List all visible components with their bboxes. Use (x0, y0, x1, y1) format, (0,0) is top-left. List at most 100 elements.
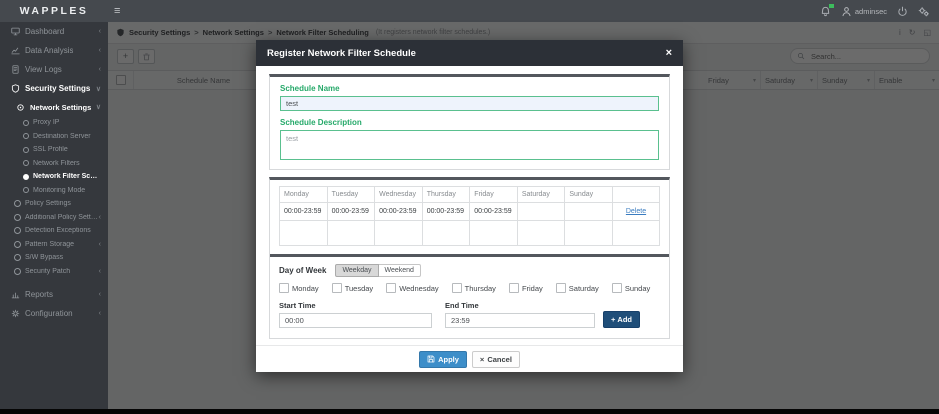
bullet-icon (23, 120, 29, 126)
gear-icon (9, 309, 21, 318)
modal-body: Schedule Name Schedule Description test … (256, 66, 683, 339)
sidebar-item-data-analysis[interactable]: Data Analysis‹ (0, 41, 108, 60)
day-checkbox-label: Tuesday (345, 284, 374, 293)
weekday-button[interactable]: Weekday (335, 264, 378, 277)
day-checkbox-wednesday[interactable]: Wednesday (386, 283, 438, 293)
end-time-group: End Time (445, 301, 595, 328)
checkbox-icon[interactable] (509, 283, 519, 293)
sidebar-item-reports[interactable]: Reports‹ (0, 285, 108, 304)
checkbox-icon[interactable] (452, 283, 462, 293)
monitor-icon (9, 27, 21, 36)
bullet-icon (23, 133, 29, 139)
hamburger-menu-icon[interactable]: ≡ (114, 6, 120, 17)
cancel-button[interactable]: × Cancel (472, 351, 520, 368)
day-checkbox-friday[interactable]: Friday (509, 283, 543, 293)
sidebar-item-label: View Logs (25, 65, 62, 74)
week-table-header (613, 187, 660, 203)
week-table-cell (517, 203, 565, 221)
day-checkbox-sunday[interactable]: Sunday (612, 283, 650, 293)
sidebar-item-label: Network Filter Scheduling (33, 173, 101, 180)
start-time-label: Start Time (279, 301, 432, 310)
checkbox-icon[interactable] (332, 283, 342, 293)
week-table-cell (517, 221, 565, 246)
settings-gears-icon[interactable] (918, 6, 929, 17)
day-checkbox-label: Wednesday (399, 284, 438, 293)
sidebar-item-label: Additional Policy Settings (25, 214, 99, 221)
week-table-cell (375, 221, 423, 246)
plus-icon: + (611, 315, 615, 324)
sidebar-item-pattern-storage[interactable]: Pattern Storage‹ (0, 238, 108, 252)
chevron-down-icon: ∨ (96, 85, 101, 93)
add-time-button[interactable]: + Add (603, 311, 640, 328)
wapples-admin-screen: WAPPLES ≡ adminsec (0, 0, 939, 414)
week-table-cell (470, 221, 518, 246)
sidebar-item-detection-exceptions[interactable]: Detection Exceptions (0, 224, 108, 238)
day-checkbox-tuesday[interactable]: Tuesday (332, 283, 374, 293)
sidebar-item-policy-settings[interactable]: Policy Settings (0, 197, 108, 211)
day-checkbox-saturday[interactable]: Saturday (556, 283, 599, 293)
power-icon[interactable] (897, 6, 908, 17)
schedule-name-label: Schedule Name (280, 84, 659, 93)
sidebar-item-s-w-bypass[interactable]: S/W Bypass (0, 251, 108, 265)
sidebar-item-label: S/W Bypass (25, 254, 63, 261)
schedule-fields-panel: Schedule Name Schedule Description test (269, 74, 670, 170)
sidebar-item-network-filter-scheduling[interactable]: Network Filter Scheduling (0, 170, 108, 184)
end-time-label: End Time (445, 301, 595, 310)
bullet-icon (14, 214, 21, 221)
notifications-button[interactable] (820, 6, 831, 17)
end-time-input[interactable] (445, 313, 595, 328)
week-table-header: Monday (280, 187, 328, 203)
bullet-icon (23, 147, 29, 153)
bullet-icon (14, 268, 21, 275)
week-table-row: 00:00-23:5900:00-23:5900:00-23:5900:00-2… (280, 203, 660, 221)
x-icon: × (480, 355, 484, 364)
close-icon[interactable]: × (666, 48, 672, 59)
chevron-left-icon: ‹ (99, 28, 101, 35)
bars-icon (9, 290, 21, 299)
week-table-row (280, 221, 660, 246)
sidebar-item-monitoring-mode[interactable]: Monitoring Mode (0, 184, 108, 198)
apply-button[interactable]: Apply (419, 351, 467, 368)
notification-badge (829, 4, 834, 9)
sidebar-item-proxy-ip[interactable]: Proxy IP (0, 116, 108, 130)
sidebar-item-security-patch[interactable]: Security Patch‹ (0, 265, 108, 279)
sidebar-item-network-filters[interactable]: Network Filters (0, 157, 108, 171)
day-checkbox-monday[interactable]: Monday (279, 283, 319, 293)
week-table-action-cell: Delete (613, 203, 660, 221)
sidebar-item-label: Security Settings (25, 84, 90, 93)
checkbox-icon[interactable] (612, 283, 622, 293)
week-table-cell: 00:00-23:59 (375, 203, 423, 221)
week-table-cell: 00:00-23:59 (327, 203, 375, 221)
delete-row-link[interactable]: Delete (626, 208, 646, 215)
sidebar-item-additional-policy-settings[interactable]: Additional Policy Settings‹ (0, 211, 108, 225)
week-table: MondayTuesdayWednesdayThursdayFridaySatu… (279, 186, 660, 246)
week-table-header: Thursday (422, 187, 470, 203)
sidebar-item-destination-server[interactable]: Destination Server (0, 130, 108, 144)
time-range-row: Start Time End Time + Add (279, 301, 660, 328)
day-checkbox-thursday[interactable]: Thursday (452, 283, 496, 293)
schedule-description-label: Schedule Description (280, 118, 659, 127)
person-icon (841, 6, 852, 17)
weekend-button[interactable]: Weekend (379, 264, 421, 277)
user-menu[interactable]: adminsec (841, 6, 887, 17)
sidebar-item-ssl-profile[interactable]: SSL Profile (0, 143, 108, 157)
chevron-left-icon: ‹ (99, 291, 101, 298)
sidebar-item-network-settings[interactable]: Network Settings∨ (0, 98, 108, 116)
sidebar-item-dashboard[interactable]: Dashboard‹ (0, 22, 108, 41)
week-table-cell: 00:00-23:59 (422, 203, 470, 221)
checkbox-icon[interactable] (279, 283, 289, 293)
sidebar-item-label: Pattern Storage (25, 241, 74, 248)
bullet-icon (23, 160, 29, 166)
schedule-description-input[interactable]: test (280, 130, 659, 160)
start-time-input[interactable] (279, 313, 432, 328)
sidebar-item-view-logs[interactable]: View Logs‹ (0, 60, 108, 79)
checkbox-icon[interactable] (556, 283, 566, 293)
bullet-icon (23, 174, 29, 180)
week-table-header: Friday (470, 187, 518, 203)
schedule-name-input[interactable] (280, 96, 659, 111)
checkbox-icon[interactable] (386, 283, 396, 293)
sidebar-item-configuration[interactable]: Configuration‹ (0, 304, 108, 323)
sidebar-item-security-settings[interactable]: Security Settings ∨ (0, 79, 108, 98)
sidebar-item-label: Security Patch (25, 268, 70, 275)
topbar: WAPPLES ≡ adminsec (0, 0, 939, 22)
